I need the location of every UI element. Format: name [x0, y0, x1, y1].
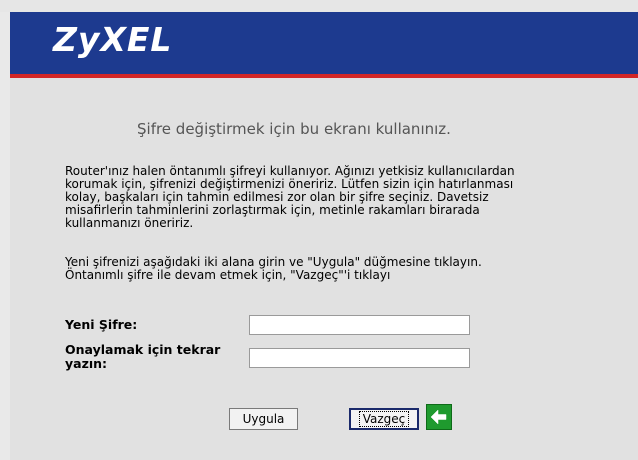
- info-line: kullanmanızı öneririz.: [65, 216, 194, 230]
- page-frame: ZyXEL Şifre değiştirmek için bu ekranı k…: [0, 0, 638, 460]
- info-paragraph-1: Router'ınız halen öntanımlı şifreyi kull…: [65, 165, 585, 230]
- page-title: Şifre değiştirmek için bu ekranı kullanı…: [137, 120, 451, 138]
- confirm-password-field[interactable]: [249, 348, 470, 368]
- new-password-field[interactable]: [249, 315, 470, 335]
- apply-button[interactable]: Uygula: [229, 408, 298, 430]
- info-paragraph-2: Yeni şifrenizi aşağıdaki iki alana girin…: [65, 256, 585, 282]
- zyxel-logo: ZyXEL: [53, 20, 173, 59]
- new-password-label: Yeni Şifre:: [65, 317, 138, 332]
- cancel-button-label: Vazgeç: [358, 411, 410, 427]
- confirm-password-label: Onaylamak için tekrar yazın:: [65, 342, 221, 371]
- cancel-button[interactable]: Vazgeç: [349, 408, 419, 430]
- top-band: [0, 0, 638, 12]
- info-line: Öntanımlı şifre ile devam etmek için, "V…: [65, 268, 391, 282]
- back-arrow-icon[interactable]: [426, 404, 452, 430]
- back-arrow-glyph: [430, 409, 447, 425]
